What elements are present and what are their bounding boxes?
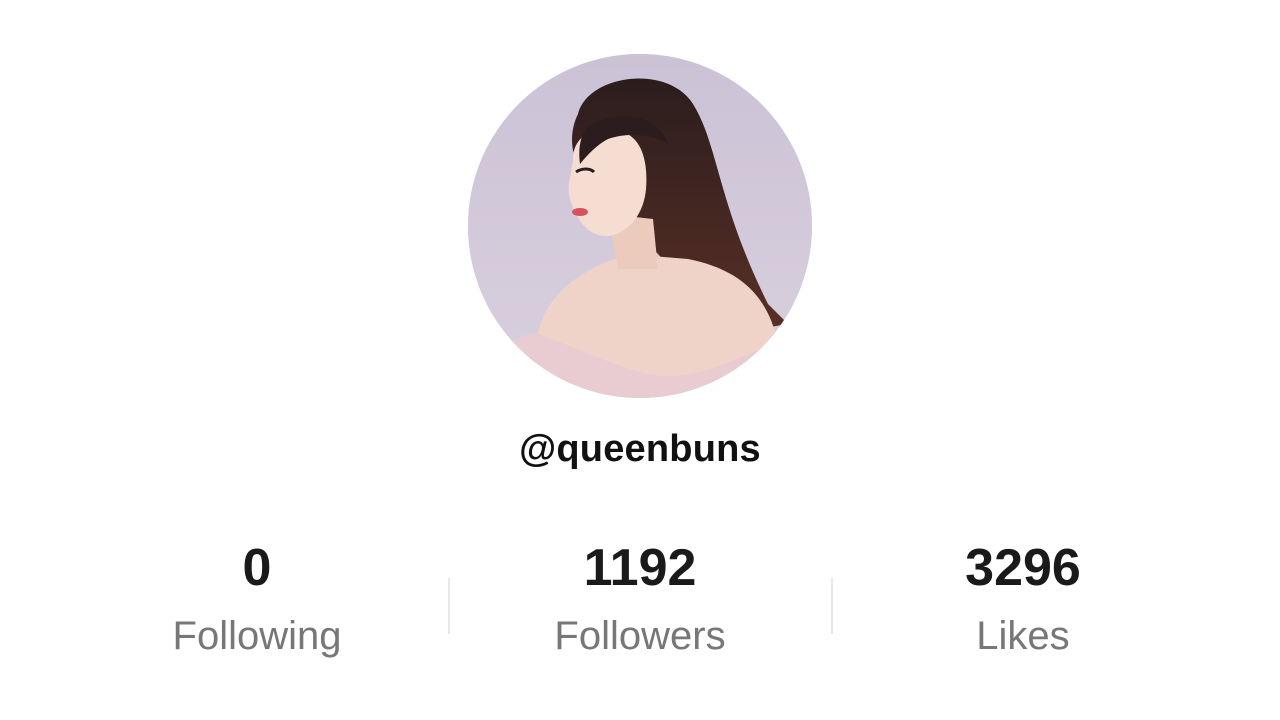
profile-page: @queenbuns 0 Following 1192 Followers 32… — [0, 0, 1280, 720]
stat-likes[interactable]: 3296 Likes — [832, 534, 1214, 674]
following-label: Following — [172, 614, 342, 658]
likes-label: Likes — [976, 614, 1070, 658]
likes-count: 3296 — [965, 539, 1081, 597]
stat-following[interactable]: 0 Following — [66, 534, 448, 674]
avatar-photo-icon — [468, 54, 812, 398]
followers-label: Followers — [554, 614, 726, 658]
profile-username[interactable]: @queenbuns — [0, 428, 1280, 471]
stat-followers[interactable]: 1192 Followers — [449, 534, 831, 674]
followers-count: 1192 — [583, 539, 697, 597]
profile-avatar[interactable] — [468, 54, 812, 398]
following-count: 0 — [242, 539, 272, 597]
profile-stats: 0 Following 1192 Followers 3296 Likes — [66, 534, 1214, 674]
